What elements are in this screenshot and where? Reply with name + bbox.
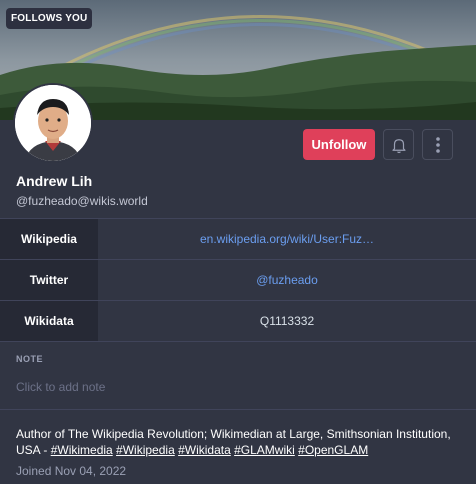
wikipedia-link[interactable]: en.wikipedia.org/wiki/User:Fuz… <box>98 219 476 259</box>
profile-fields: Wikipedia en.wikipedia.org/wiki/User:Fuz… <box>0 218 476 342</box>
hashtag-link[interactable]: #GLAMwiki <box>234 443 295 457</box>
hashtag-link[interactable]: #Wikipedia <box>116 443 175 457</box>
account-handle: @fuzheado@wikis.world <box>16 194 148 208</box>
field-name: Wikipedia <box>0 219 98 259</box>
field-row-wikidata: Wikidata Q1113332 <box>0 301 476 342</box>
account-bio: Author of The Wikipedia Revolution; Wiki… <box>16 426 464 458</box>
field-row-wikipedia: Wikipedia en.wikipedia.org/wiki/User:Fuz… <box>0 219 476 260</box>
profile-actions: Unfollow <box>303 129 453 160</box>
field-name: Wikidata <box>0 301 98 341</box>
bell-icon <box>391 138 406 153</box>
hashtag-link[interactable]: #Wikimedia <box>51 443 113 457</box>
field-name: Twitter <box>0 260 98 300</box>
more-vertical-icon <box>435 136 440 153</box>
avatar[interactable] <box>15 85 91 161</box>
notify-button[interactable] <box>383 129 414 160</box>
twitter-link[interactable]: @fuzheado <box>98 260 476 300</box>
wikidata-value: Q1113332 <box>259 314 315 328</box>
hashtag-link[interactable]: #Wikidata <box>178 443 231 457</box>
more-options-button[interactable] <box>422 129 453 160</box>
unfollow-button[interactable]: Unfollow <box>303 129 375 160</box>
avatar-image <box>15 85 91 161</box>
hashtag-link[interactable]: #OpenGLAM <box>298 443 368 457</box>
follows-you-badge: FOLLOWS YOU <box>6 8 93 29</box>
note-label: NOTE <box>16 354 44 364</box>
note-input[interactable]: Click to add note <box>16 380 105 394</box>
joined-date: Joined Nov 04, 2022 <box>16 464 127 478</box>
account-note: NOTE Click to add note <box>0 339 476 410</box>
display-name: Andrew Lih <box>16 173 93 189</box>
field-row-twitter: Twitter @fuzheado <box>0 260 476 301</box>
